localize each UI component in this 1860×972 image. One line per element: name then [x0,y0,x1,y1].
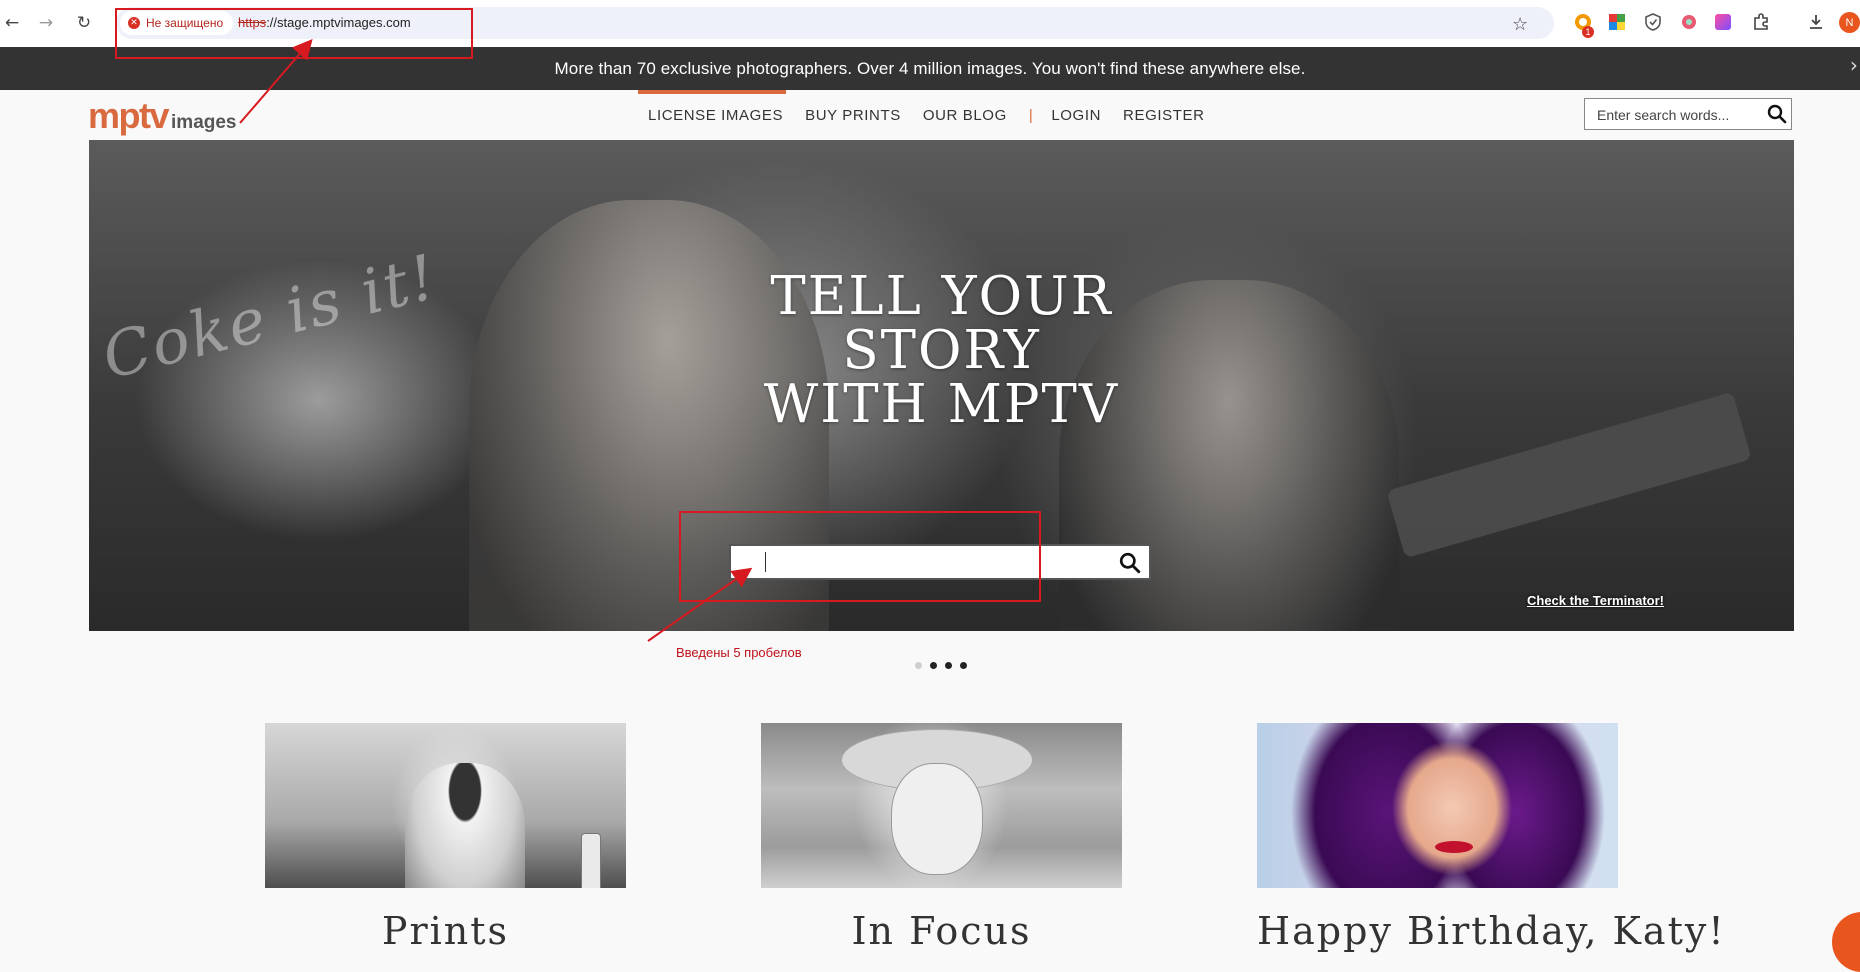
card-title[interactable]: In Focus [761,911,1122,951]
annotation-note: Введены 5 пробелов [676,645,802,660]
nav-license-images[interactable]: LICENSE IMAGES [648,107,783,124]
nav-register[interactable]: REGISTER [1123,107,1204,124]
promo-banner-text: More than 70 exclusive photographers. Ov… [554,58,1306,78]
nav-our-blog[interactable]: OUR BLOG [923,107,1007,124]
site-logo[interactable]: mptv images [88,95,237,136]
annotation-box-search [679,511,1041,602]
rocket-icon[interactable] [1679,12,1699,32]
card-title[interactable]: Prints [265,911,626,951]
hero-title: TELL YOUR STORY WITH MPTV [89,270,1794,432]
logo-images: images [171,112,237,133]
carousel-dot[interactable] [945,662,952,669]
hero-title-line-1: TELL YOUR [770,266,1113,327]
nav-active-indicator [638,90,786,94]
bookmark-star-icon[interactable]: ☆ [1512,14,1528,35]
forward-icon[interactable]: → [34,11,58,35]
card-photo-prop [581,833,601,888]
color-picker-icon[interactable] [1607,12,1627,32]
chat-widget-button[interactable] [1832,912,1860,972]
hero-title-line-3: WITH MPTV [763,374,1120,435]
carousel-dot[interactable] [960,662,967,669]
annotation-box-url [115,8,473,59]
puzzle-icon[interactable] [1751,12,1771,32]
category-card-katy[interactable]: Happy Birthday, Katy! [1257,723,1724,951]
close-icon[interactable]: › [1850,53,1858,77]
carousel-dot[interactable] [915,662,922,669]
profile-avatar[interactable]: N [1839,12,1860,33]
search-icon[interactable] [1119,552,1141,574]
card-thumbnail[interactable] [265,723,626,888]
logo-mptv: mptv [88,95,170,136]
card-photo-subject [405,763,525,888]
header-search-input[interactable] [1595,105,1759,125]
gradient-icon[interactable] [1713,12,1733,32]
extension-badge: 1 [1582,26,1594,38]
card-thumbnail[interactable] [761,723,1122,888]
hero-caption-link[interactable]: Check the Terminator! [1527,593,1664,608]
nav-buy-prints[interactable]: BUY PRINTS [805,107,901,124]
category-card-prints[interactable]: Prints [265,723,626,951]
card-photo-detail [1435,841,1473,853]
reload-icon[interactable]: ↻ [72,11,96,35]
carousel-dots [915,662,967,669]
search-icon[interactable] [1767,104,1787,124]
header-search-box [1584,98,1792,130]
shield-icon[interactable] [1643,12,1663,32]
nav-separator: | [1028,106,1034,124]
hero-title-line-2: STORY [842,320,1041,381]
category-card-in-focus[interactable]: In Focus [761,723,1122,951]
back-icon[interactable]: ← [0,11,24,35]
main-nav: LICENSE IMAGES BUY PRINTS OUR BLOG | LOG… [648,106,1227,124]
card-thumbnail[interactable] [1257,723,1618,888]
download-icon[interactable] [1806,12,1826,32]
card-title[interactable]: Happy Birthday, Katy! [1257,911,1724,951]
card-photo-subject [891,763,983,875]
nav-login[interactable]: LOGIN [1051,107,1101,124]
carousel-dot[interactable] [930,662,937,669]
